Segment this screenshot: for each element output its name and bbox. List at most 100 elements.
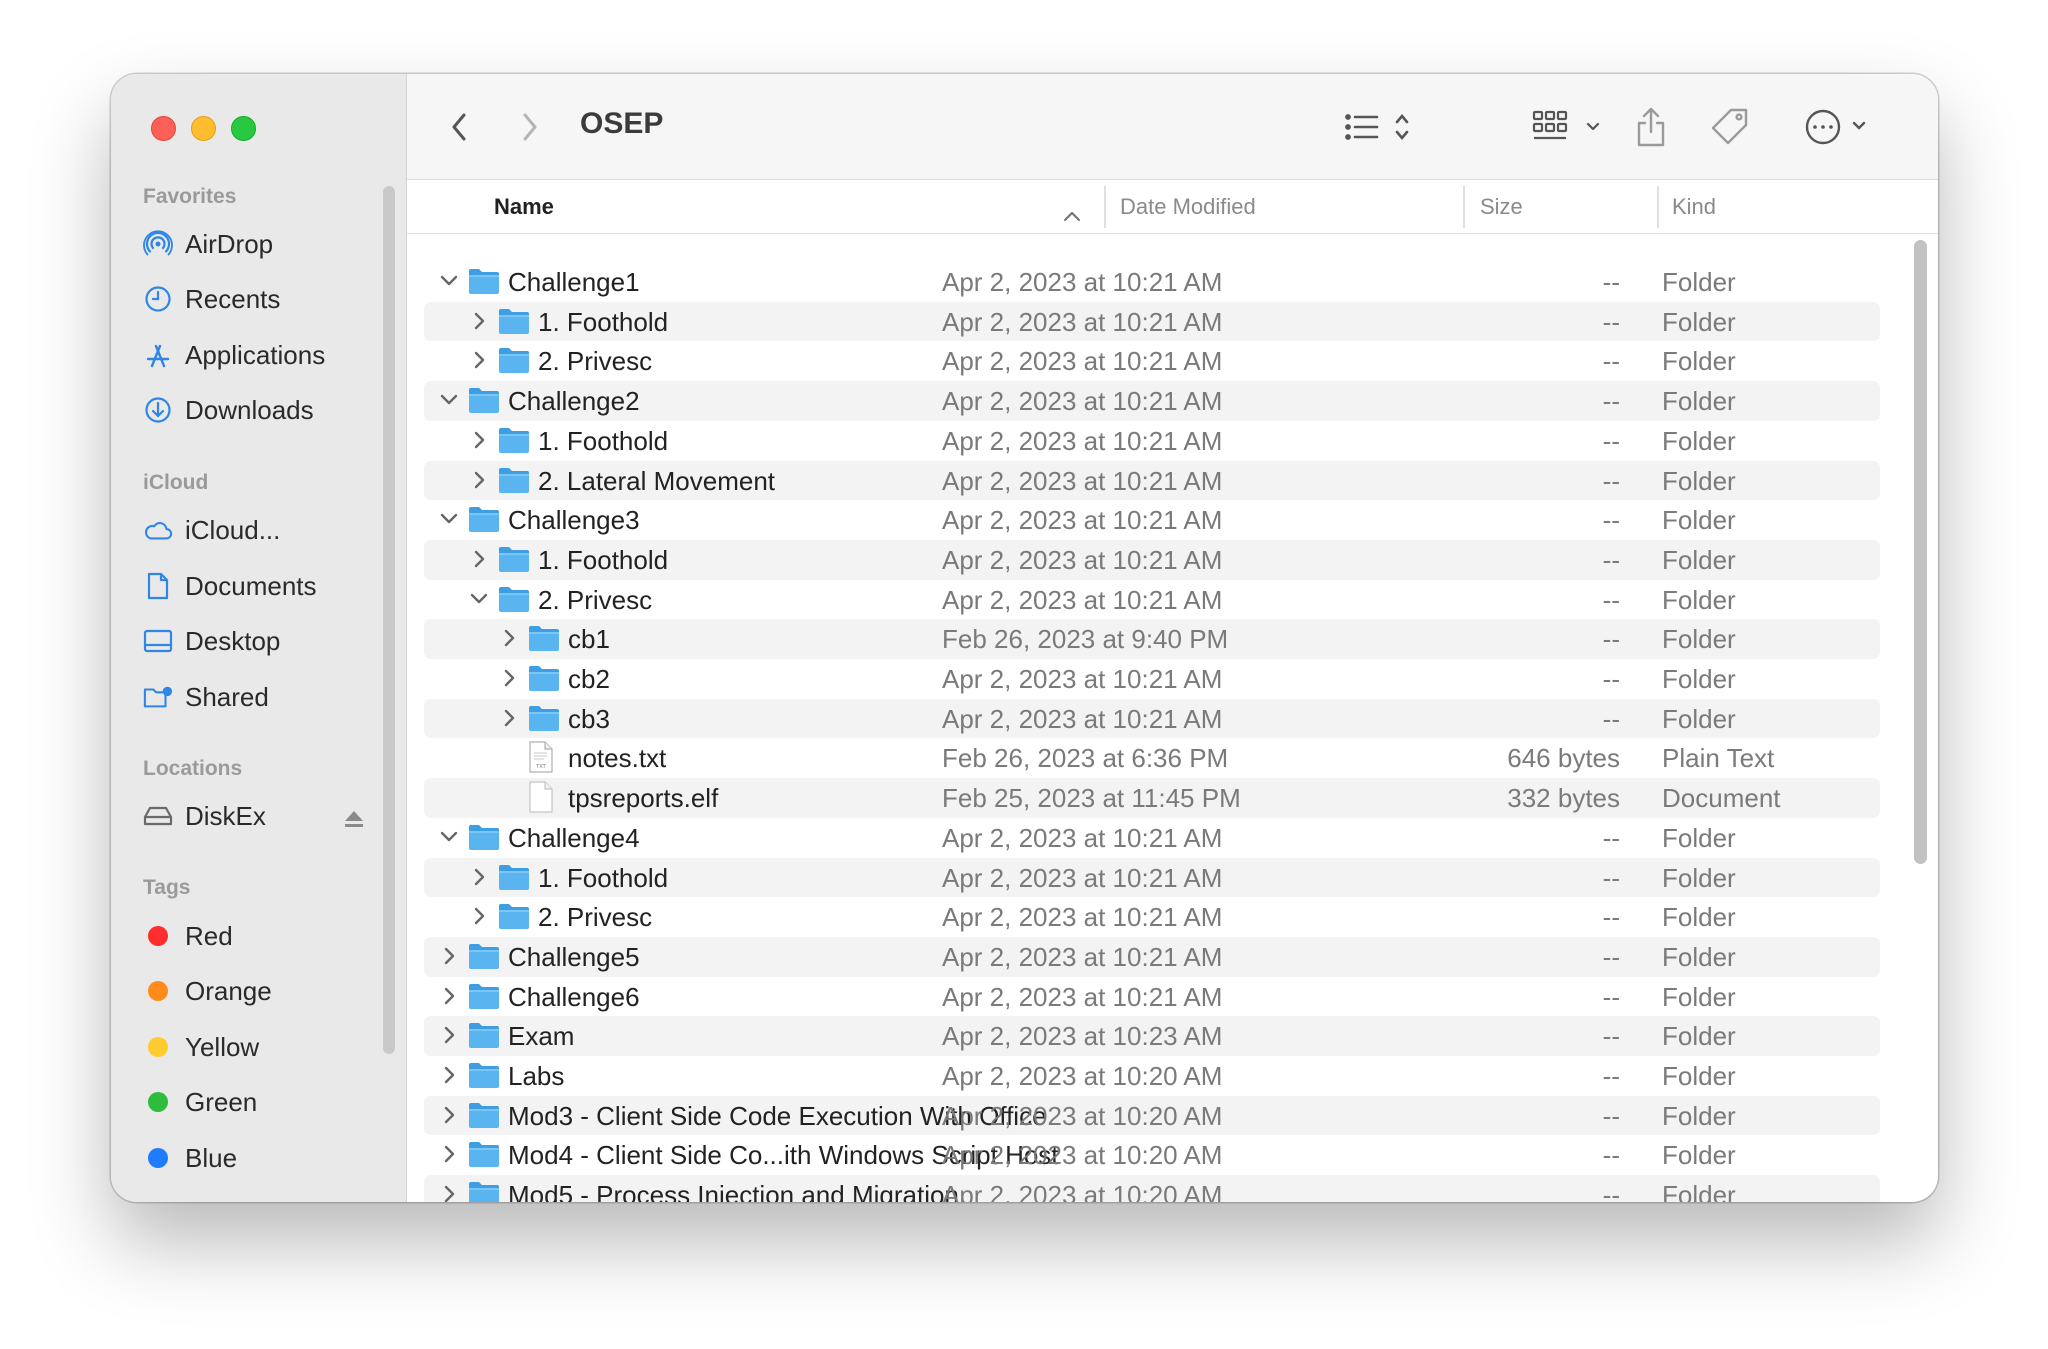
sidebar-tag-yellow[interactable]: Yellow	[143, 1027, 259, 1067]
file-row[interactable]: tpsreports.elf Feb 25, 2023 at 11:45 PM 33…	[424, 778, 1880, 818]
disclosure-expanded-icon[interactable]	[438, 388, 460, 412]
file-row[interactable]: 2. Privesc Apr 2, 2023 at 10:21 AM -- Folde…	[424, 341, 1880, 381]
group-by-button[interactable]	[1532, 104, 1608, 150]
date-modified: Feb 26, 2023 at 6:36 PM	[942, 743, 1229, 774]
sidebar-item-recents[interactable]: Recents	[143, 279, 280, 319]
disclosure-expanded-icon[interactable]	[468, 587, 490, 611]
sidebar-item-diskex[interactable]: DiskEx	[143, 796, 383, 836]
file-row[interactable]: 1. Foothold Apr 2, 2023 at 10:21 AM -- Fold…	[424, 301, 1880, 342]
folder-icon	[498, 307, 530, 335]
disclosure-collapsed-icon[interactable]	[438, 944, 460, 968]
file-row[interactable]: Challenge4 Apr 2, 2023 at 10:21 AM -- Folde…	[424, 818, 1880, 858]
file-row[interactable]: Challenge5 Apr 2, 2023 at 10:21 AM -- Folde…	[424, 936, 1880, 977]
file-row[interactable]: Labs Apr 2, 2023 at 10:20 AM -- Folder	[424, 1056, 1880, 1096]
file-name: 2. Lateral Movement	[538, 465, 776, 496]
close-button[interactable]	[151, 116, 176, 141]
file-row[interactable]: 2. Lateral Movement Apr 2, 2023 at 10:21 …	[424, 460, 1880, 501]
zoom-button[interactable]	[231, 116, 256, 141]
more-actions-button[interactable]	[1804, 104, 1880, 150]
disclosure-collapsed-icon[interactable]	[468, 348, 490, 372]
disclosure-expanded-icon[interactable]	[438, 507, 460, 531]
column-date-modified[interactable]: Date Modified	[1120, 194, 1256, 220]
date-modified: Apr 2, 2023 at 10:20 AM	[942, 1100, 1223, 1131]
disclosure-collapsed-icon[interactable]	[438, 1103, 460, 1127]
disclosure-collapsed-icon[interactable]	[498, 666, 520, 690]
disclosure-collapsed-icon[interactable]	[468, 468, 490, 492]
folder-icon	[468, 1180, 500, 1202]
disclosure-collapsed-icon[interactable]	[438, 1023, 460, 1047]
file-row[interactable]: Mod4 - Client Side Co...ith Windows Scri…	[424, 1135, 1880, 1175]
disclosure-collapsed-icon[interactable]	[498, 626, 520, 650]
sidebar-item-shared[interactable]: Shared	[143, 677, 269, 717]
share-icon[interactable]	[1634, 104, 1668, 150]
date-modified: Apr 2, 2023 at 10:21 AM	[942, 981, 1223, 1012]
file-row[interactable]: 2. Privesc Apr 2, 2023 at 10:21 AM -- Folde…	[424, 580, 1880, 620]
column-divider[interactable]	[1463, 186, 1465, 228]
date-modified: Apr 2, 2023 at 10:21 AM	[942, 346, 1223, 377]
sidebar-item-downloads[interactable]: Downloads	[143, 390, 314, 430]
file-row[interactable]: 1. Foothold Apr 2, 2023 at 10:21 AM -- Fold…	[424, 421, 1880, 461]
file-row[interactable]: Mod3 - Client Side Code Execution With O…	[424, 1095, 1880, 1136]
file-size: --	[1602, 1140, 1620, 1171]
column-size[interactable]: Size	[1480, 194, 1523, 220]
sidebar-tag-orange[interactable]: Orange	[143, 971, 272, 1011]
column-divider[interactable]	[1104, 186, 1106, 228]
file-size: --	[1602, 267, 1620, 297]
minimize-button[interactable]	[191, 116, 216, 141]
sidebar-tag-blue[interactable]: Blue	[143, 1138, 237, 1178]
disclosure-collapsed-icon[interactable]	[468, 309, 490, 333]
sidebar-item-documents[interactable]: Documents	[143, 566, 317, 606]
file-kind: Folder	[1662, 1140, 1736, 1171]
disclosure-collapsed-icon[interactable]	[438, 1142, 460, 1166]
sidebar-item-icloud[interactable]: iCloud...	[143, 510, 280, 550]
tag-icon[interactable]	[1709, 104, 1751, 150]
date-modified: Apr 2, 2023 at 10:21 AM	[942, 306, 1223, 337]
file-kind: Folder	[1662, 902, 1736, 933]
file-row[interactable]: Challenge1 Apr 2, 2023 at 10:21 AM -- Folde…	[424, 262, 1880, 302]
forward-button[interactable]	[520, 104, 540, 150]
disclosure-collapsed-icon[interactable]	[468, 865, 490, 889]
file-row[interactable]: TXT notes.txt Feb 26, 2023 at 6:36 PM 646 b…	[424, 738, 1880, 778]
date-modified: Apr 2, 2023 at 10:21 AM	[942, 465, 1223, 496]
disclosure-collapsed-icon[interactable]	[438, 984, 460, 1008]
disclosure-collapsed-icon[interactable]	[468, 904, 490, 928]
back-button[interactable]	[449, 104, 469, 150]
file-size: --	[1602, 386, 1620, 417]
disclosure-expanded-icon[interactable]	[438, 269, 460, 293]
sidebar-tag-red[interactable]: Red	[143, 916, 233, 956]
disclosure-collapsed-icon[interactable]	[468, 547, 490, 571]
file-row[interactable]: 1. Foothold Apr 2, 2023 at 10:21 AM -- Fold…	[424, 857, 1880, 898]
column-divider[interactable]	[1657, 186, 1659, 228]
sort-ascending-icon[interactable]	[1063, 202, 1081, 228]
file-row[interactable]: cb1 Feb 26, 2023 at 9:40 PM -- Folder	[424, 619, 1880, 659]
file-row[interactable]: cb2 Apr 2, 2023 at 10:21 AM -- Folder	[424, 659, 1880, 699]
folder-icon	[498, 346, 530, 374]
disclosure-collapsed-icon[interactable]	[438, 1063, 460, 1087]
file-size: --	[1602, 306, 1620, 337]
file-row[interactable]: Challenge3 Apr 2, 2023 at 10:21 AM -- Folde…	[424, 500, 1880, 540]
disclosure-collapsed-icon[interactable]	[468, 428, 490, 452]
eject-icon[interactable]	[343, 805, 365, 836]
file-row[interactable]: Exam Apr 2, 2023 at 10:23 AM -- Folder	[424, 1016, 1880, 1056]
file-name: cb3	[568, 703, 610, 734]
column-kind[interactable]: Kind	[1672, 194, 1716, 220]
file-row[interactable]: Challenge6 Apr 2, 2023 at 10:21 AM -- Folde…	[424, 977, 1880, 1017]
sidebar-scrollbar[interactable]	[383, 186, 395, 1054]
file-row[interactable]: 2. Privesc Apr 2, 2023 at 10:21 AM -- Folde…	[424, 897, 1880, 937]
date-modified: Apr 2, 2023 at 10:21 AM	[942, 941, 1223, 972]
disclosure-expanded-icon[interactable]	[438, 825, 460, 849]
file-list-scrollbar[interactable]	[1914, 240, 1927, 864]
sidebar-item-airdrop[interactable]: AirDrop	[143, 224, 273, 264]
file-row[interactable]: cb3 Apr 2, 2023 at 10:21 AM -- Folder	[424, 698, 1880, 739]
file-row[interactable]: 1. Foothold Apr 2, 2023 at 10:21 AM -- Fold…	[424, 539, 1880, 580]
sidebar-item-applications[interactable]: Applications	[143, 335, 325, 375]
disclosure-collapsed-icon[interactable]	[438, 1182, 460, 1202]
file-size: --	[1602, 664, 1620, 694]
file-row[interactable]: Mod5 - Process Injection and Migration Ap…	[424, 1175, 1880, 1202]
column-name[interactable]: Name	[494, 194, 554, 220]
file-row[interactable]: Challenge2 Apr 2, 2023 at 10:21 AM -- Folde…	[424, 381, 1880, 421]
list-view-button[interactable]	[1344, 104, 1420, 150]
disclosure-collapsed-icon[interactable]	[498, 706, 520, 730]
sidebar-tag-green[interactable]: Green	[143, 1082, 257, 1122]
sidebar-item-desktop[interactable]: Desktop	[143, 621, 280, 661]
